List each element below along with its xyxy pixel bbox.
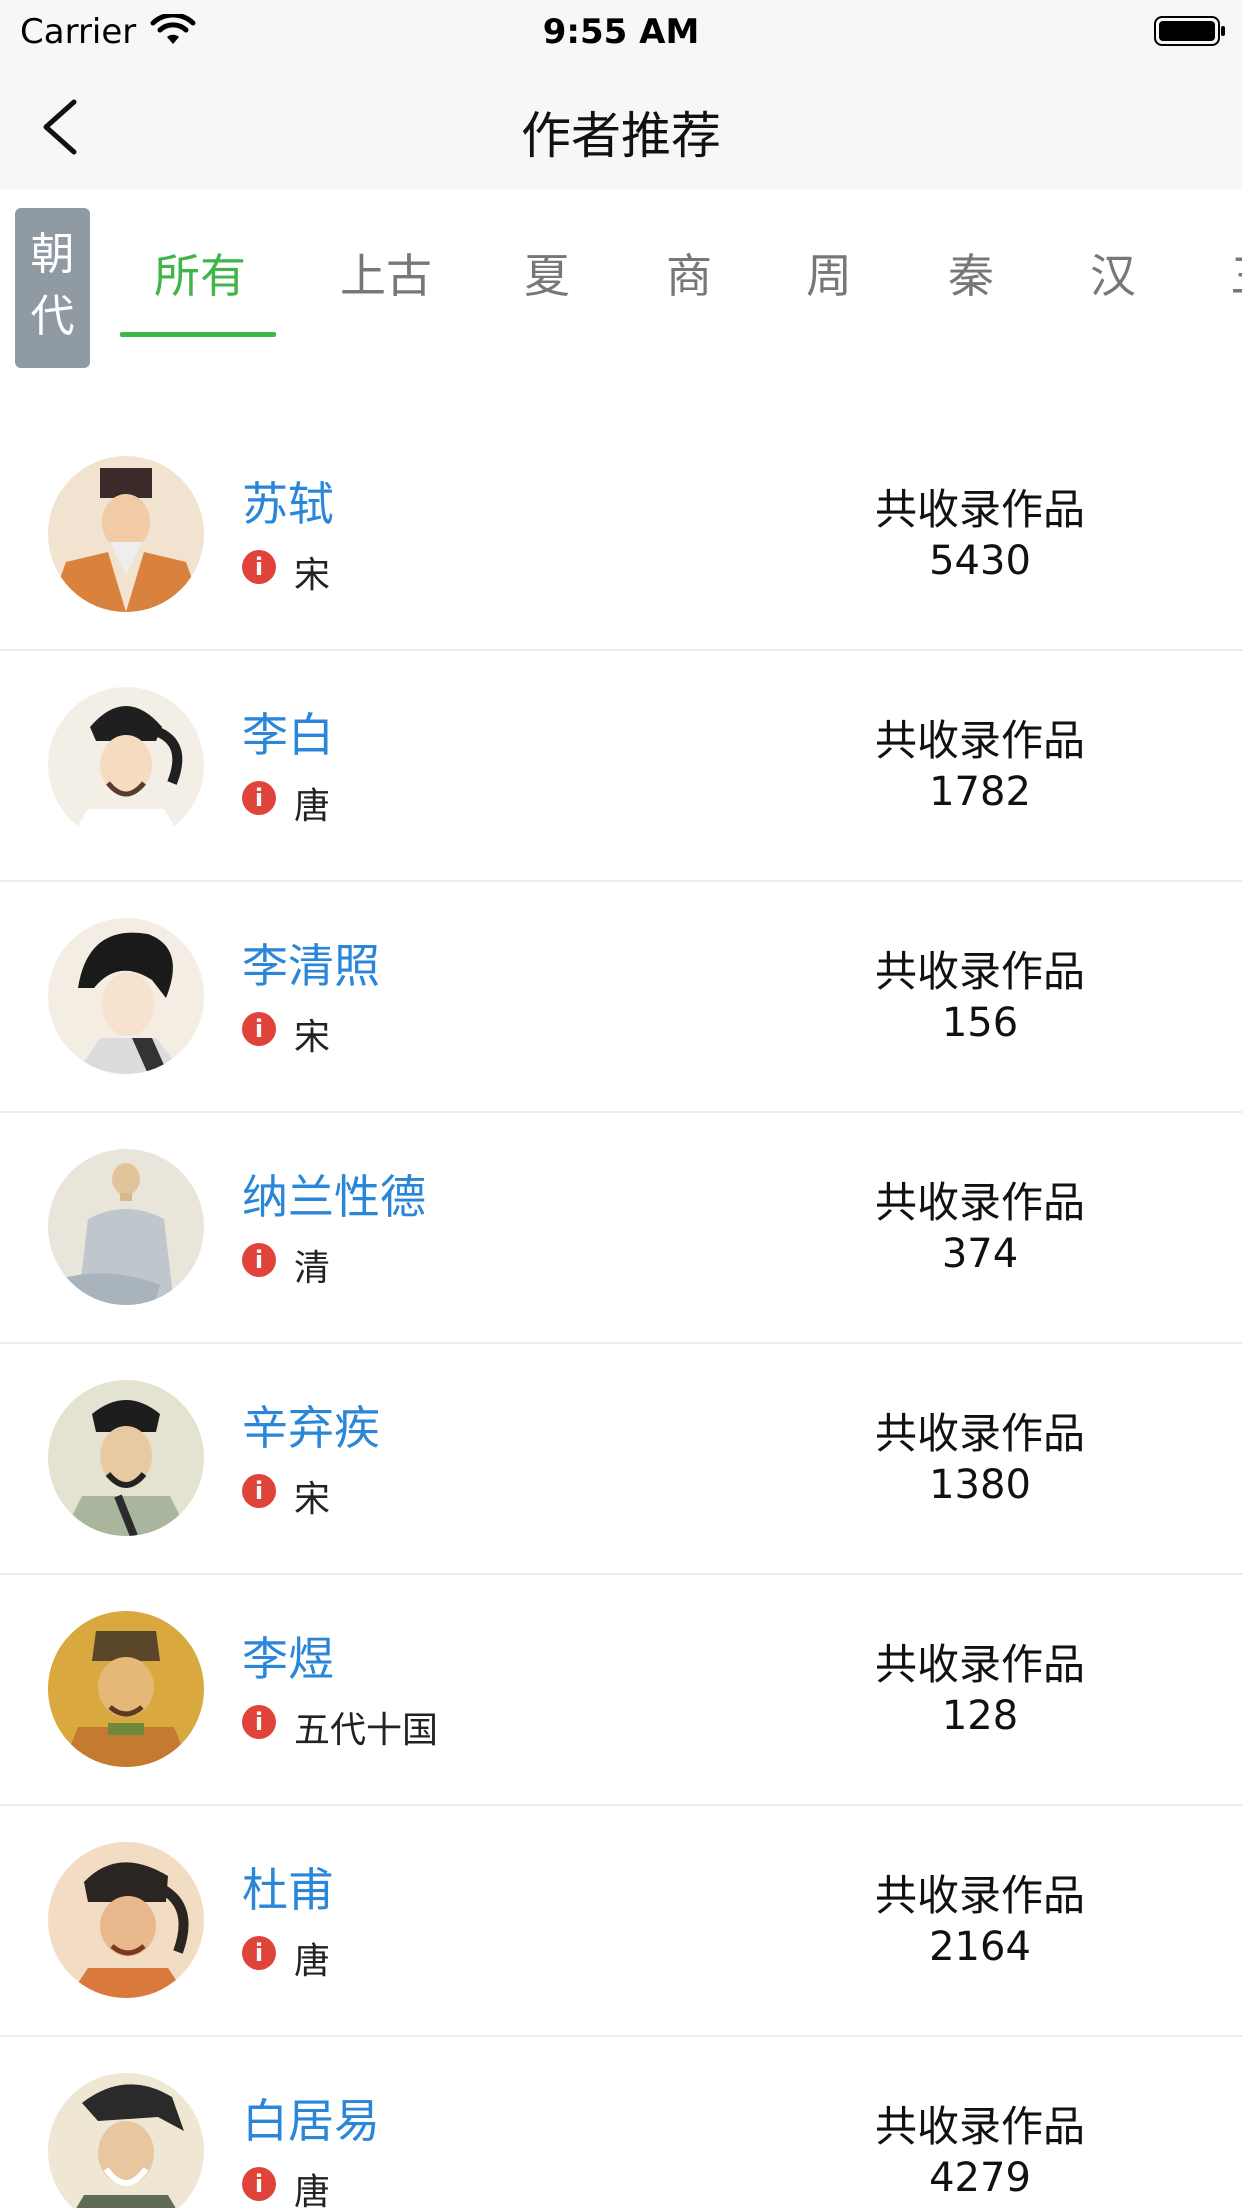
tab-shang[interactable]: 商	[666, 240, 712, 306]
works-count: 156	[941, 1000, 1019, 1046]
author-dynasty: 唐	[294, 1941, 331, 1982]
author-dynasty: 唐	[294, 786, 331, 827]
author-dynasty: 宋	[294, 1479, 331, 1520]
status-bar: Carrier 9:55 AM	[0, 0, 1242, 62]
tab-all[interactable]: 所有	[154, 240, 246, 306]
tab-han[interactable]: 汉	[1090, 240, 1136, 306]
works-count: 2164	[929, 1924, 1031, 1970]
author-row[interactable]: 李煜 i 五代十国 共收录作品 128	[0, 1575, 1242, 1806]
status-time: 9:55 AM	[542, 12, 700, 52]
author-avatar	[48, 1611, 204, 1767]
info-icon: i	[242, 550, 276, 584]
author-name[interactable]: 纳兰性德	[242, 1161, 426, 1227]
author-avatar	[48, 918, 204, 1074]
author-dynasty: 清	[294, 1248, 331, 1289]
works-label: 共收录作品	[874, 485, 1085, 534]
author-avatar	[48, 1842, 204, 1998]
author-dynasty: 宋	[294, 555, 331, 596]
info-icon: i	[242, 781, 276, 815]
info-icon: i	[242, 2167, 276, 2201]
navigation-bar: 作者推荐	[0, 62, 1242, 190]
works-label: 共收录作品	[874, 716, 1085, 765]
tab-next[interactable]: 三	[1230, 240, 1242, 306]
works-label: 共收录作品	[874, 2102, 1085, 2151]
works-count: 128	[941, 1693, 1019, 1739]
info-icon: i	[242, 1936, 276, 1970]
tab-zhou[interactable]: 周	[806, 240, 852, 306]
author-dynasty: 唐	[294, 2172, 331, 2208]
author-avatar	[48, 2073, 204, 2208]
dynasty-label: 朝 代	[15, 208, 90, 368]
tab-qin[interactable]: 秦	[948, 240, 994, 306]
author-row[interactable]: 苏轼 i 宋 共收录作品 5430	[0, 420, 1242, 651]
works-label: 共收录作品	[874, 947, 1085, 996]
author-row[interactable]: 辛弃疾 i 宋 共收录作品 1380	[0, 1344, 1242, 1575]
author-avatar	[48, 1149, 204, 1305]
author-row[interactable]: 白居易 i 唐 共收录作品 4279	[0, 2037, 1242, 2208]
works-count: 1380	[929, 1462, 1031, 1508]
dynasty-filter-bar: 朝 代 所有 上古 夏 商 周 秦 汉 三	[0, 190, 1242, 390]
works-count: 374	[941, 1231, 1019, 1277]
author-row[interactable]: 杜甫 i 唐 共收录作品 2164	[0, 1806, 1242, 2037]
page-title: 作者推荐	[521, 107, 721, 165]
dynasty-label-line1: 朝	[30, 229, 75, 280]
info-icon: i	[242, 1474, 276, 1508]
author-avatar	[48, 687, 204, 843]
works-label: 共收录作品	[874, 1409, 1085, 1458]
tab-shanggu[interactable]: 上古	[340, 240, 432, 306]
author-dynasty: 宋	[294, 1017, 331, 1058]
author-avatar	[48, 456, 204, 612]
info-icon: i	[242, 1012, 276, 1046]
works-count: 1782	[929, 769, 1031, 815]
works-label: 共收录作品	[874, 1640, 1085, 1689]
author-name[interactable]: 辛弃疾	[242, 1392, 380, 1458]
works-label: 共收录作品	[874, 1178, 1085, 1227]
author-dynasty: 五代十国	[294, 1710, 439, 1751]
info-icon: i	[242, 1705, 276, 1739]
works-label: 共收录作品	[874, 1871, 1085, 1920]
author-row[interactable]: 李清照 i 宋 共收录作品 156	[0, 882, 1242, 1113]
author-name[interactable]: 李清照	[242, 930, 380, 996]
tab-xia[interactable]: 夏	[524, 240, 570, 306]
author-name[interactable]: 白居易	[242, 2085, 380, 2151]
author-avatar	[48, 1380, 204, 1536]
author-name[interactable]: 杜甫	[242, 1854, 334, 1920]
dynasty-label-line2: 代	[30, 291, 75, 342]
info-icon: i	[242, 1243, 276, 1277]
works-count: 5430	[929, 538, 1031, 584]
author-name[interactable]: 李白	[242, 699, 334, 765]
author-name[interactable]: 苏轼	[242, 468, 334, 534]
works-count: 4279	[929, 2155, 1031, 2201]
author-row[interactable]: 纳兰性德 i 清 共收录作品 374	[0, 1113, 1242, 1344]
author-name[interactable]: 李煜	[242, 1623, 334, 1689]
active-tab-indicator	[120, 332, 276, 337]
battery-icon	[1154, 16, 1225, 46]
author-row[interactable]: 李白 i 唐 共收录作品 1782	[0, 651, 1242, 882]
